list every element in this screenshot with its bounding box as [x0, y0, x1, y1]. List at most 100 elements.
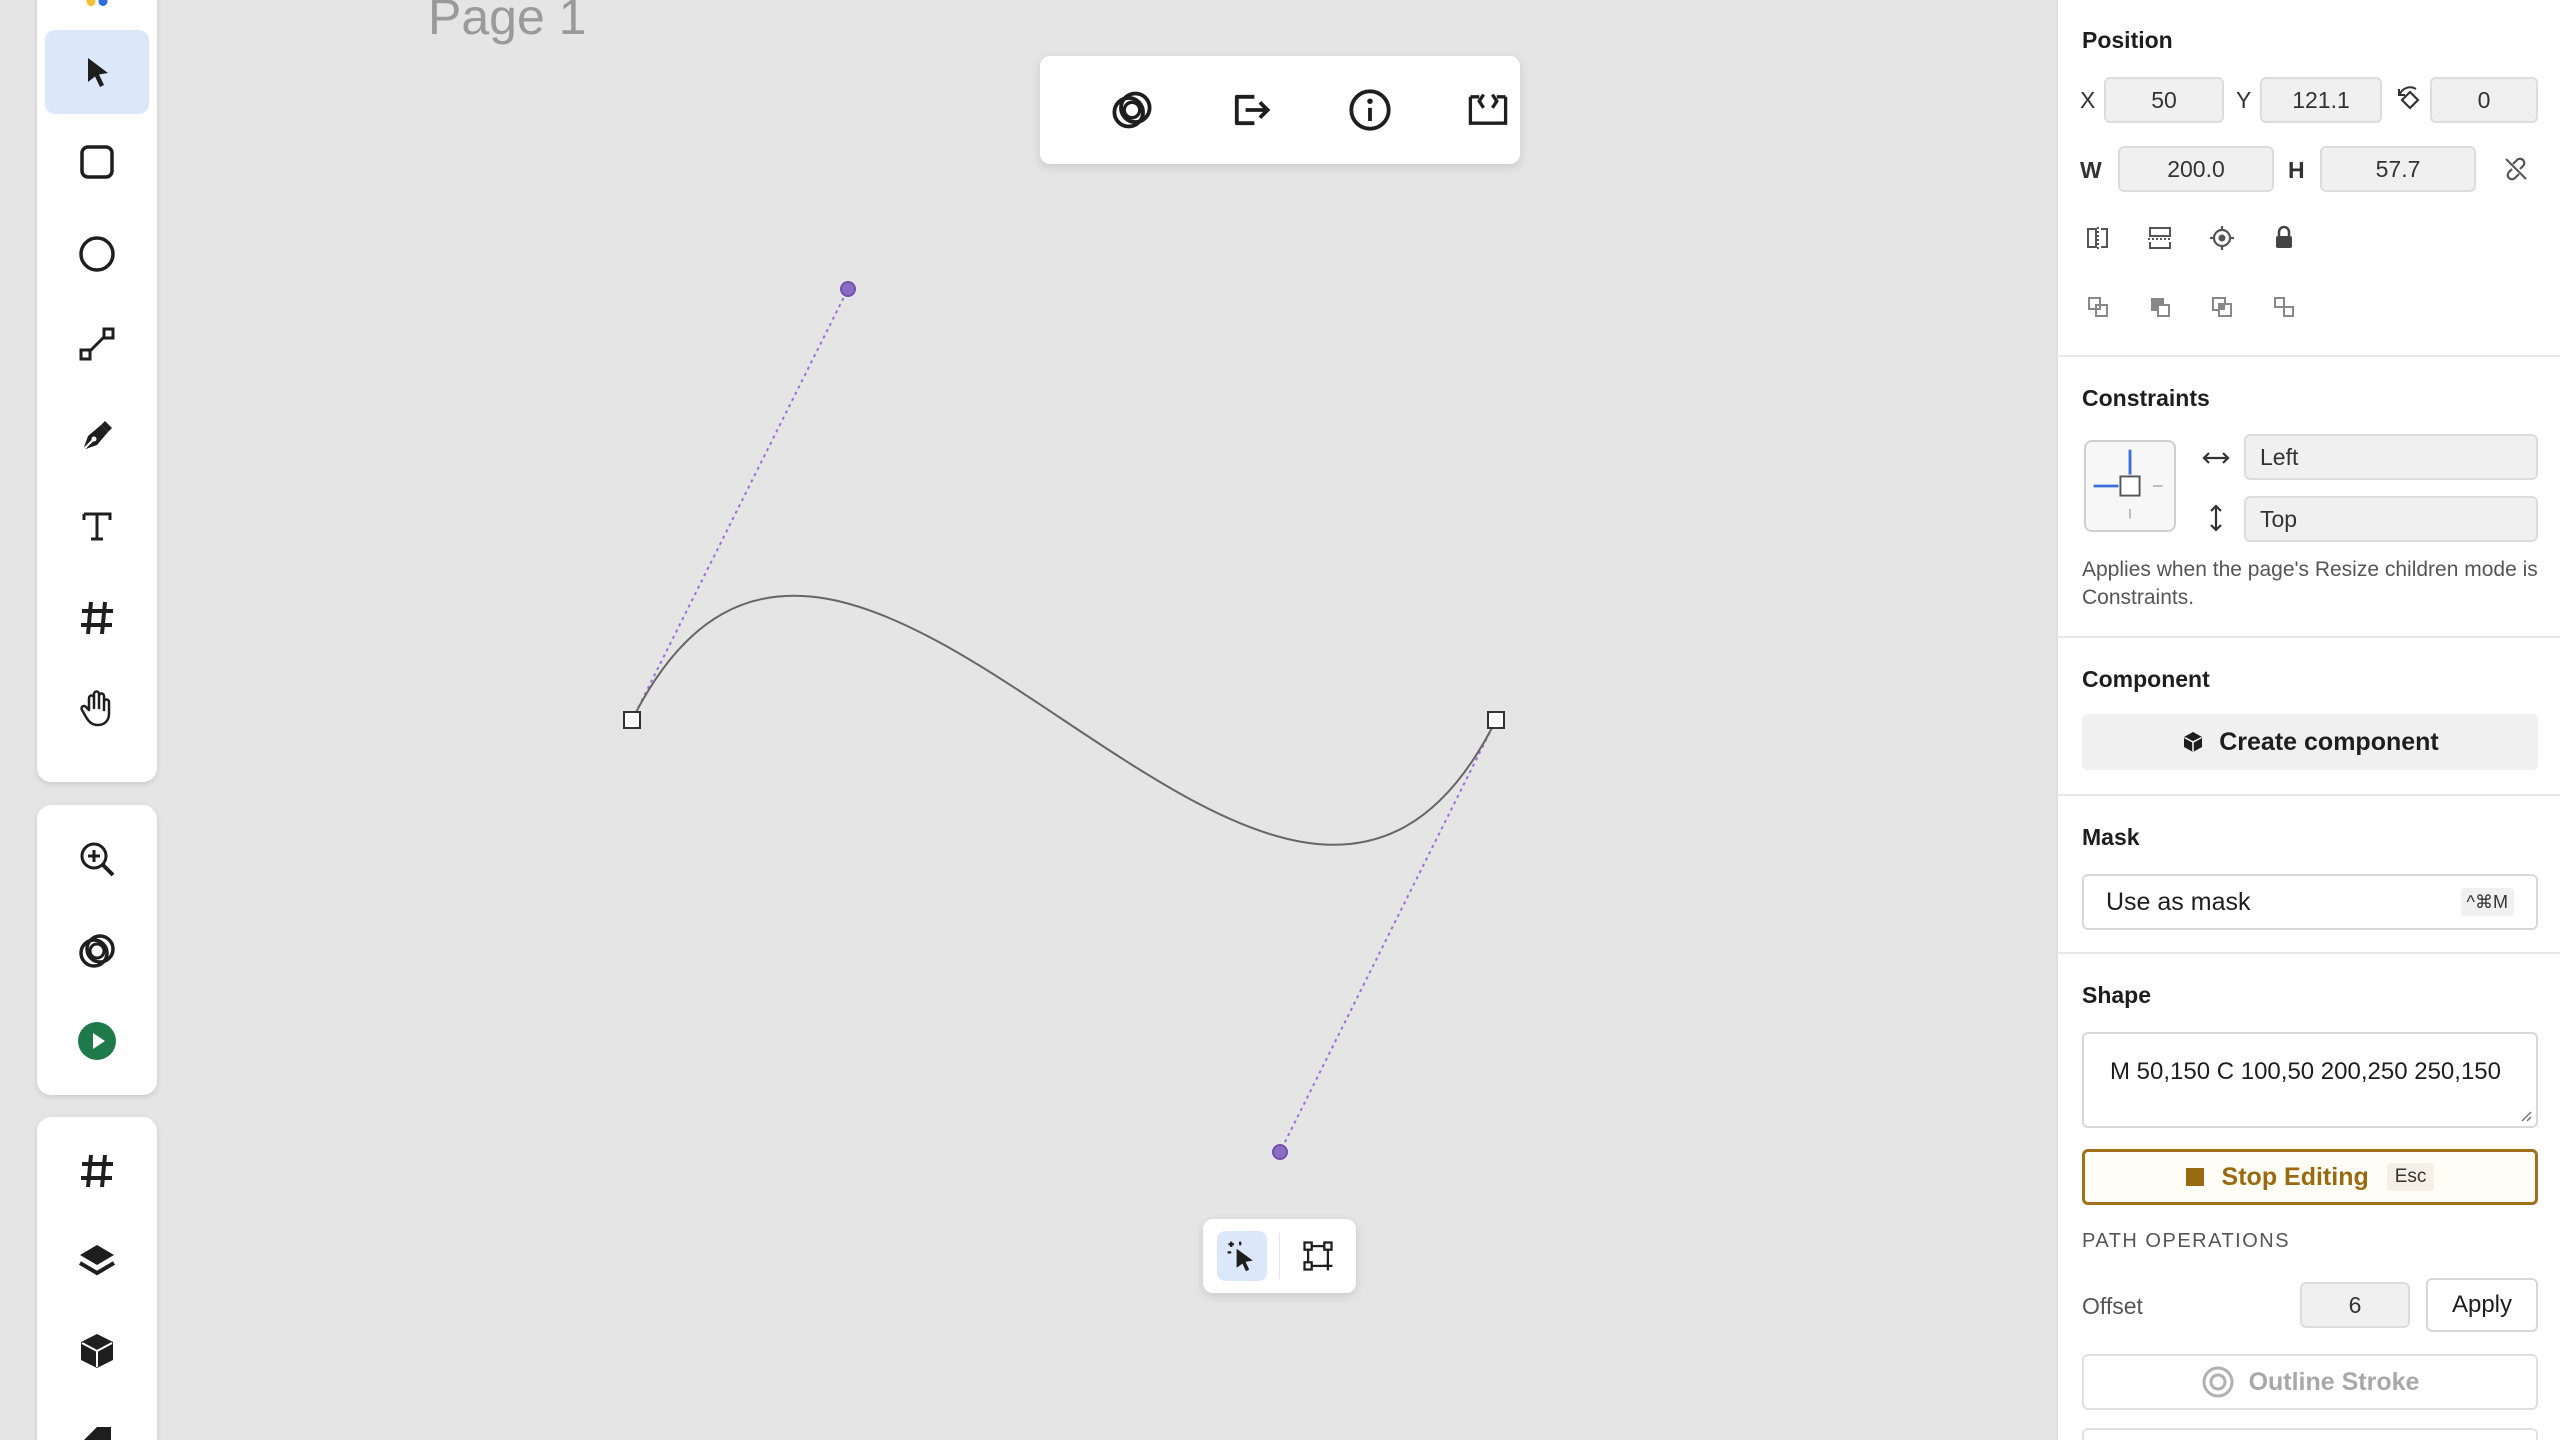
outline-ring-icon [2202, 1366, 2234, 1398]
ellipse-tool[interactable] [45, 212, 149, 296]
component-cube-icon [2184, 732, 2203, 752]
info-icon [1349, 89, 1391, 131]
offset-input[interactable]: 6 [2300, 1282, 2410, 1328]
component-cube-icon [81, 1334, 113, 1368]
h-label: H [2288, 157, 2305, 183]
main-tools-toolbar [37, 0, 157, 782]
apply-label: Apply [2451, 1291, 2513, 1318]
text-tool[interactable] [45, 484, 149, 568]
union-icon[interactable] [2080, 289, 2116, 325]
stop-editing-button[interactable]: Stop Editing Esc [2082, 1149, 2538, 1205]
mask-shortcut: ^⌘M [2460, 888, 2514, 916]
pen-icon [82, 421, 112, 451]
intersect-icon[interactable] [2204, 289, 2240, 325]
create-component-button[interactable]: Create component [2082, 714, 2538, 770]
pen-tool[interactable] [45, 394, 149, 478]
selection-action-toolbar [1040, 56, 1520, 164]
path-data-textarea[interactable]: M 50,150 C 100,50 200,250 250,150 [2082, 1032, 2538, 1128]
width-input[interactable]: 200.0 [2118, 146, 2274, 192]
flip-vertical-icon[interactable] [2142, 220, 2178, 256]
secondary-toolbar [37, 805, 157, 1095]
layers-panel-button[interactable] [45, 1219, 149, 1303]
boolean-ops-button[interactable] [1102, 80, 1162, 140]
section-divider [2058, 794, 2560, 796]
sparkle-pointer-icon [1227, 1241, 1253, 1272]
pointer-icon [88, 58, 108, 87]
position-section-title: Position [2082, 27, 2173, 53]
line-tool[interactable] [45, 302, 149, 386]
unlink-proportions-icon[interactable] [2498, 151, 2534, 187]
target-icon[interactable] [2204, 220, 2240, 256]
info-button[interactable] [1340, 80, 1400, 140]
use-as-mask-label: Use as mask [2106, 888, 2251, 916]
frame-tool[interactable] [45, 576, 149, 660]
boolean-tool[interactable] [45, 909, 149, 993]
zoom-in-icon [80, 842, 115, 877]
components-panel-button[interactable] [45, 1309, 149, 1393]
outline-stroke-label: Outline Stroke [2248, 1367, 2420, 1396]
select-tool[interactable] [45, 30, 149, 114]
exclude-icon[interactable] [2266, 289, 2302, 325]
rectangle-icon [80, 145, 114, 179]
control-point-end [1272, 1144, 1288, 1160]
flip-horizontal-icon[interactable] [2080, 220, 2116, 256]
hand-tool[interactable] [45, 666, 149, 750]
section-divider [2058, 636, 2560, 638]
hash-icon [81, 1154, 113, 1188]
export-icon [1234, 94, 1271, 126]
vertical-constraint-select[interactable]: Top [2244, 496, 2538, 542]
mask-section-title: Mask [2082, 824, 2140, 850]
tag-icon [84, 1427, 111, 1440]
path-operations-title: PATH OPERATIONS [2082, 1230, 2291, 1252]
control-handle-line-start [631, 288, 849, 721]
zoom-tool[interactable] [45, 817, 149, 901]
outline-stroke-button[interactable]: Outline Stroke [2082, 1354, 2538, 1410]
x-label: X [2080, 87, 2096, 113]
rectangle-tool[interactable] [45, 120, 149, 204]
anchor-point-start [623, 711, 641, 729]
panels-toolbar [37, 1117, 157, 1440]
transform-box-icon [1303, 1241, 1333, 1271]
resize-grip-icon [2521, 1111, 2532, 1122]
y-input[interactable]: 121.1 [2260, 77, 2382, 123]
height-input[interactable]: 57.7 [2320, 146, 2476, 192]
subtract-icon[interactable] [2142, 289, 2178, 325]
play-icon [78, 1022, 116, 1060]
layers-icon [78, 1245, 116, 1276]
offset-label: Offset [2082, 1293, 2143, 1319]
transform-button[interactable] [1293, 1231, 1343, 1281]
apply-offset-button[interactable]: Apply [2426, 1278, 2538, 1332]
app-window: Page 1 Position X 50 Y 121.1 0 W 200.0 H… [0, 0, 2560, 1440]
rotation-input[interactable]: 0 [2430, 77, 2538, 123]
vertical-arrows-icon [2198, 500, 2234, 536]
frames-panel-button[interactable] [45, 1129, 149, 1213]
hand-icon [80, 690, 111, 727]
horizontal-constraint-select[interactable]: Left [2244, 434, 2538, 480]
stop-editing-shortcut: Esc [2386, 1163, 2435, 1191]
boolean-rings-icon [79, 934, 115, 968]
code-button[interactable] [1458, 80, 1518, 140]
design-canvas[interactable]: Page 1 [0, 0, 2056, 1440]
line-icon [79, 327, 115, 361]
control-handle-line-end [1279, 719, 1497, 1153]
path-data-text: M 50,150 C 100,50 200,250 250,150 [2110, 1058, 2501, 1085]
control-point-start [840, 281, 856, 297]
x-input[interactable]: 50 [2104, 77, 2224, 123]
shape-section-title: Shape [2082, 982, 2152, 1008]
constraint-widget[interactable] [2084, 440, 2176, 532]
next-button-partial[interactable] [2082, 1428, 2538, 1440]
play-tool[interactable] [45, 999, 149, 1083]
assets-panel-button[interactable] [45, 1399, 149, 1440]
create-component-label: Create component [2219, 727, 2439, 756]
constraints-note: Applies when the page's Resize children … [2082, 558, 2538, 609]
text-icon [82, 512, 112, 541]
section-divider [2058, 355, 2560, 357]
path-edit-toolbar [1203, 1219, 1356, 1293]
path-editor-overlay[interactable] [0, 0, 2056, 1440]
lock-icon[interactable] [2266, 220, 2302, 256]
use-as-mask-button[interactable]: Use as mask ^⌘M [2082, 874, 2538, 930]
select-points-button[interactable] [1217, 1231, 1267, 1281]
section-divider [2058, 952, 2560, 954]
w-label: W [2080, 157, 2102, 183]
export-button[interactable] [1220, 80, 1280, 140]
